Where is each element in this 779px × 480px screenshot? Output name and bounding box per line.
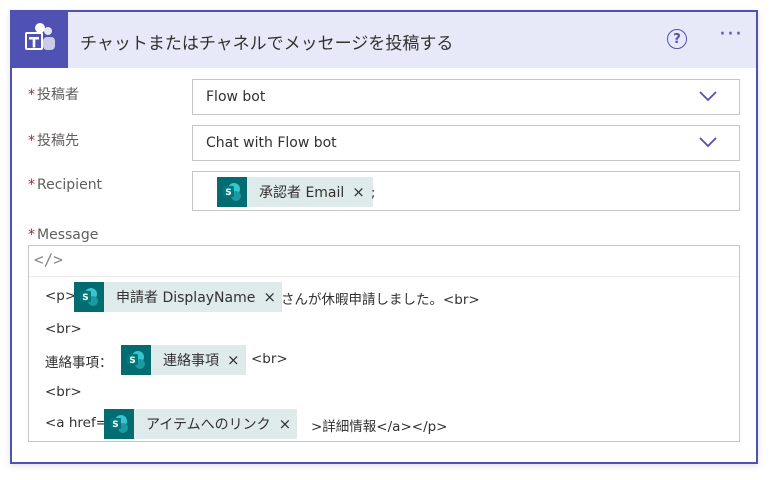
sharepoint-icon: S xyxy=(104,409,134,439)
recipient-label: * Recipient xyxy=(28,177,102,193)
poster-dropdown[interactable]: Flow bot xyxy=(192,79,740,115)
dynamic-content-token[interactable]: S 連絡事項 × xyxy=(121,345,246,375)
help-icon[interactable]: ? xyxy=(667,29,687,49)
html-text: <br> xyxy=(251,351,288,367)
html-text: さんが休暇申請しました。<br> xyxy=(281,292,480,308)
editor-toolbar: </> xyxy=(29,246,739,277)
post-in-dropdown[interactable]: Chat with Flow bot xyxy=(192,125,740,161)
action-card: チャットまたはチャネルでメッセージを投稿する ? ··· * 投稿者 Flow b… xyxy=(10,10,758,464)
html-text: <p> xyxy=(45,288,77,304)
chevron-down-icon xyxy=(699,137,717,148)
remove-token-icon[interactable]: × xyxy=(255,288,282,306)
token-label: 申請者 DisplayName xyxy=(116,290,256,306)
svg-text:S: S xyxy=(82,293,88,303)
teams-icon xyxy=(12,12,68,68)
post-in-label: * 投稿先 xyxy=(28,130,79,150)
poster-value: Flow bot xyxy=(206,89,266,105)
token-label: 連絡事項 xyxy=(163,353,219,369)
remove-token-icon[interactable]: × xyxy=(219,351,246,369)
message-label: * Message xyxy=(28,227,98,243)
poster-label-text: 投稿者 xyxy=(37,87,79,103)
more-options-icon[interactable]: ··· xyxy=(716,22,746,52)
required-marker: * xyxy=(28,87,35,103)
svg-text:S: S xyxy=(112,420,118,430)
html-text: <a href= xyxy=(45,415,108,431)
recipient-input[interactable]: S 承認者 Email × ; xyxy=(192,171,740,211)
sharepoint-icon: S xyxy=(217,177,247,207)
svg-text:S: S xyxy=(225,188,231,198)
poster-label: * 投稿者 xyxy=(28,84,79,104)
dynamic-content-token[interactable]: S アイテムへのリンク × xyxy=(104,409,298,439)
token-label: アイテムへのリンク xyxy=(146,417,271,433)
required-marker: * xyxy=(28,227,35,243)
recipient-separator: ; xyxy=(371,186,376,201)
recipient-label-text: Recipient xyxy=(37,177,103,193)
remove-token-icon[interactable]: × xyxy=(271,415,298,433)
chevron-down-icon xyxy=(699,91,717,102)
action-title: チャットまたはチャネルでメッセージを投稿する xyxy=(80,34,454,54)
code-view-icon[interactable]: </> xyxy=(34,250,63,269)
html-text: 連絡事項： xyxy=(45,355,113,371)
post-in-label-text: 投稿先 xyxy=(37,133,79,149)
remove-token-icon[interactable]: × xyxy=(344,183,373,201)
post-in-value: Chat with Flow bot xyxy=(206,135,337,151)
dynamic-content-token[interactable]: S 申請者 DisplayName × xyxy=(74,282,282,312)
sharepoint-icon: S xyxy=(74,282,104,312)
html-text: >詳細情報</a></p> xyxy=(311,419,448,435)
token-label: 承認者 Email xyxy=(259,185,345,201)
svg-text:S: S xyxy=(129,356,135,366)
required-marker: * xyxy=(28,133,35,149)
dynamic-content-token[interactable]: S 承認者 Email × xyxy=(217,177,373,207)
html-text: <br> xyxy=(45,384,82,400)
sharepoint-icon: S xyxy=(121,345,151,375)
html-text: <br> xyxy=(45,321,82,337)
card-header[interactable]: チャットまたはチャネルでメッセージを投稿する ? ··· xyxy=(12,12,756,68)
message-editor[interactable]: </> <p> S 申請者 DisplayName × さんが休暇申請しました。… xyxy=(28,245,740,442)
message-label-text: Message xyxy=(37,227,99,243)
required-marker: * xyxy=(28,177,35,193)
